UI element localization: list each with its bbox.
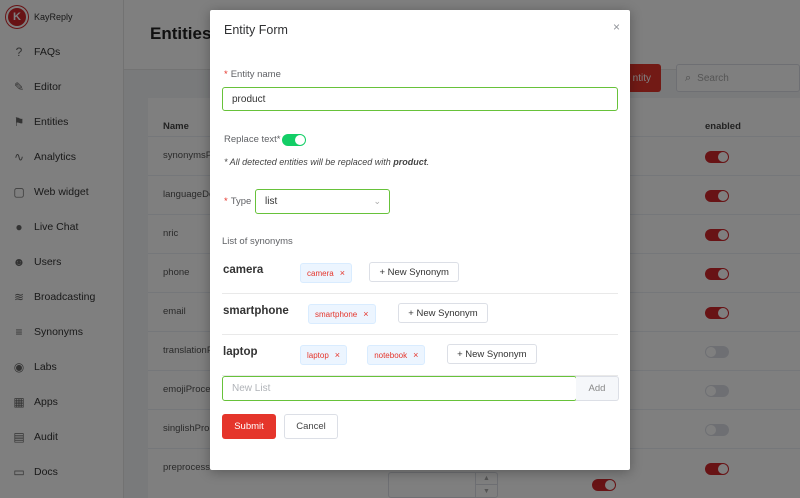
synonym-list-row: camera camera × + New Synonym [222, 253, 618, 294]
close-icon[interactable]: × [340, 268, 345, 278]
synonym-tag: notebook × [367, 345, 426, 365]
synonym-tag-label: notebook [374, 350, 408, 360]
app-root: K KayReply ?FAQs✎Editor⚑Entities∿Analyti… [0, 0, 800, 498]
new-synonym-button[interactable]: + New Synonym [398, 303, 488, 323]
synonym-list-name: smartphone [223, 305, 289, 317]
entity-name-label-text: Entity name [230, 69, 281, 80]
note-prefix: * All detected entities will be replaced… [224, 157, 394, 167]
new-synonym-button[interactable]: + New Synonym [446, 344, 537, 364]
close-icon[interactable]: × [335, 350, 340, 360]
replace-text-switch[interactable] [282, 134, 306, 146]
cancel-button[interactable]: Cancel [284, 414, 338, 439]
add-list-button[interactable]: Add [576, 376, 619, 401]
synonym-list-row: smartphone smartphone × + New Synonym [222, 294, 618, 335]
replace-note: * All detected entities will be replaced… [224, 157, 429, 167]
close-icon[interactable]: × [363, 309, 368, 319]
new-list-input[interactable]: New List [222, 376, 577, 401]
synonym-tag-label: smartphone [315, 309, 358, 319]
new-synonym-button[interactable]: + New Synonym [369, 262, 460, 282]
new-list-placeholder: New List [232, 383, 271, 394]
dialog-title: Entity Form [224, 23, 288, 37]
close-icon[interactable]: × [613, 20, 620, 34]
type-label-text: Type [230, 196, 252, 207]
chevron-down-icon: ⌄ [373, 196, 381, 206]
replace-text-label: Replace text* [224, 134, 281, 145]
type-label: * Type [224, 196, 252, 207]
entity-name-label: * Entity name [224, 69, 281, 80]
synonym-tag: smartphone × [308, 304, 376, 324]
synonym-tag-label: laptop [307, 350, 329, 360]
submit-button[interactable]: Submit [222, 414, 276, 439]
synonyms-label: List of synonyms [222, 236, 293, 247]
synonym-list-row: laptop laptop × notebook × + New Synonym [222, 335, 618, 376]
entity-name-value: product [232, 93, 266, 105]
entity-name-input[interactable]: product [222, 87, 618, 111]
synonym-list-name: laptop [223, 346, 258, 358]
note-suffix: . [426, 157, 430, 167]
synonym-tag: laptop × [300, 345, 348, 365]
type-value: list [265, 196, 278, 207]
close-icon[interactable]: × [413, 350, 418, 360]
synonym-tag-label: camera [307, 268, 334, 278]
synonym-tag: camera × [300, 263, 352, 283]
entity-form-dialog: Entity Form × * Entity name product Repla… [210, 10, 630, 470]
synonym-list-name: camera [223, 264, 264, 276]
note-bold: product [393, 157, 427, 167]
type-select[interactable]: list ⌄ [255, 189, 390, 214]
